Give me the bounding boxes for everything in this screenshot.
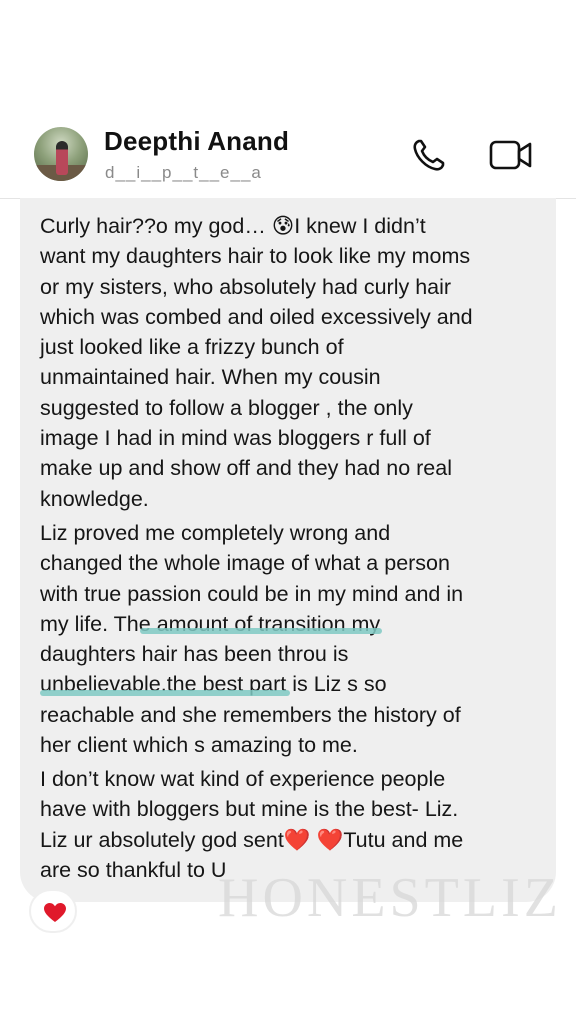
avatar-figure [56, 141, 68, 175]
message-line: which was combed and oiled excessively a… [40, 304, 473, 329]
message-line: make up and show off and they had no rea… [40, 456, 452, 481]
reaction-badge[interactable] [29, 889, 77, 933]
message-line: want my daughters hair to look like my m… [40, 244, 471, 269]
heart-icon [44, 903, 66, 922]
chat-header: Deepthi Anand d__i__p__t__e__a [0, 118, 576, 198]
contact-name[interactable]: Deepthi Anand [104, 126, 289, 157]
highlight-underline [40, 690, 290, 696]
message-line: Liz ur absolutely god sent❤️ ❤️Tutu and … [40, 827, 464, 852]
message-line: knowledge. [40, 486, 149, 511]
message-line: reachable and she remembers the history … [40, 702, 461, 727]
message-line: I don’t know wat kind of experience peop… [40, 767, 446, 791]
message-paragraph-1: Curly hair??o my god… 😰I knew I didn’t w… [40, 211, 540, 514]
phone-icon [413, 139, 445, 171]
contact-handle[interactable]: d__i__p__t__e__a [105, 163, 262, 183]
avatar[interactable] [34, 127, 88, 181]
message-line: image I had in mind was bloggers r full … [40, 426, 431, 451]
video-camera-icon [489, 140, 532, 170]
message-line: or my sisters, who absolutely had curly … [40, 274, 452, 299]
message-line: just looked like a frizzy bunch of [40, 335, 344, 360]
message-line: unmaintained hair. When my cousin [40, 365, 381, 390]
message-line: Curly hair??o my god… 😰I knew I didn’t [40, 214, 426, 238]
message-line: with true passion could be in my mind an… [40, 581, 464, 606]
watermark: HONESTLIZ [218, 867, 562, 929]
highlight-underline [140, 628, 382, 634]
message-line: changed the whole image of what a person [40, 551, 450, 576]
message-line: her client which s amazing to me. [40, 733, 358, 758]
message-line: have with bloggers but mine is the best-… [40, 797, 459, 822]
message-paragraph-2: Liz proved me completely wrong and chang… [40, 518, 540, 760]
message-line: my life. The amount of transition my [40, 611, 381, 636]
message-line: daughters hair has been throu is [40, 642, 349, 667]
message-line: Liz proved me completely wrong and [40, 521, 391, 545]
call-button[interactable] [406, 132, 452, 178]
message-line: suggested to follow a blogger , the only [40, 395, 413, 420]
video-call-button[interactable] [486, 132, 538, 178]
